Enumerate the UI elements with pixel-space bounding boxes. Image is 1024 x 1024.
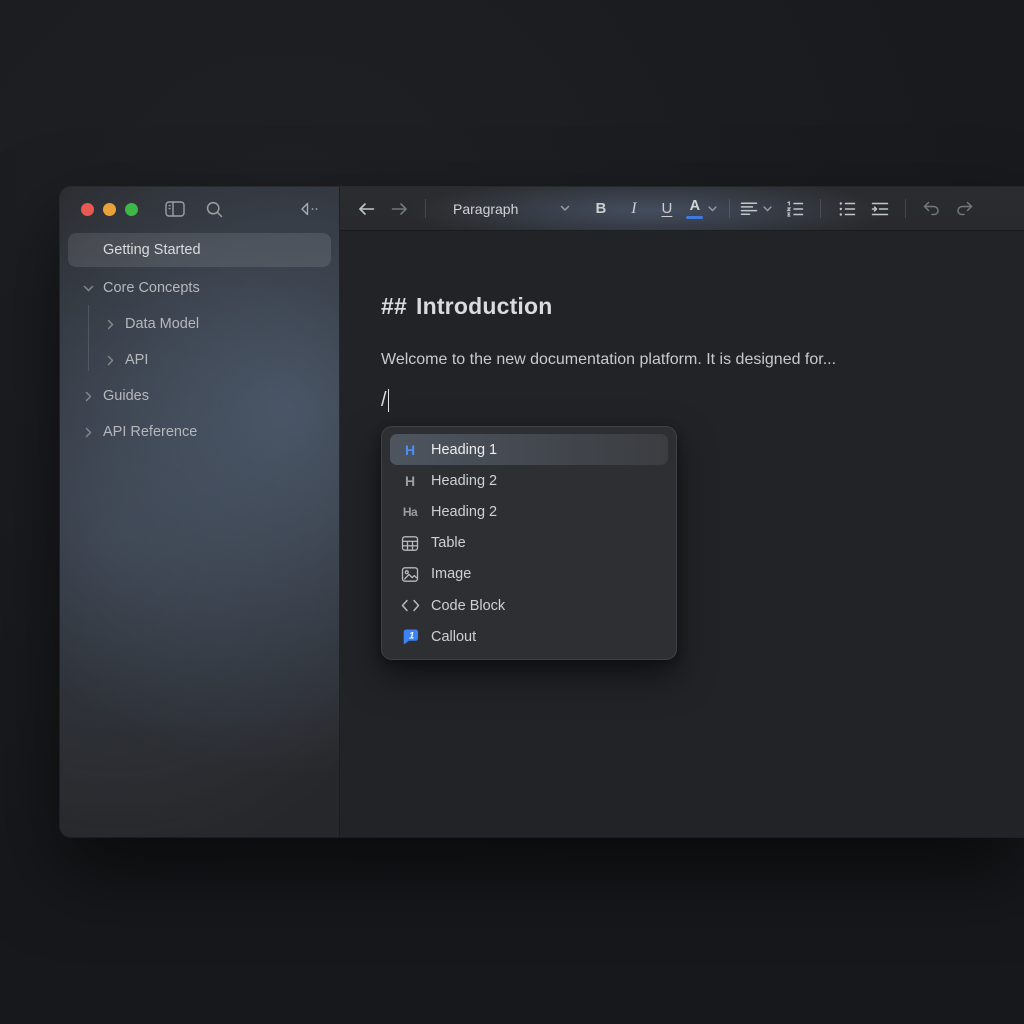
image-icon: [400, 564, 420, 584]
slash-menu-item[interactable]: Image: [390, 559, 668, 590]
underline-button[interactable]: U: [650, 194, 683, 224]
sidebar-item-label: Guides: [103, 388, 149, 404]
slash-character: /: [381, 389, 387, 412]
align-button[interactable]: [739, 194, 772, 224]
slash-menu-item-label: Code Block: [431, 598, 505, 614]
sidebar-item[interactable]: Guides: [68, 378, 331, 414]
chevron-down-icon: [82, 285, 94, 292]
close-button[interactable]: [81, 203, 94, 216]
chevron-down-icon: [763, 206, 772, 212]
editor-toolbar: Paragraph B I U A: [340, 187, 1024, 231]
redo-button[interactable]: [948, 194, 981, 224]
slash-menu-item-label: Image: [431, 566, 471, 582]
text-color-letter: A: [690, 199, 700, 214]
chevron-down-icon: [708, 206, 717, 212]
indent-button[interactable]: [863, 194, 896, 224]
bold-button[interactable]: B: [584, 194, 617, 224]
sidebar: Getting Started Core Concepts Data Model…: [60, 187, 340, 837]
chevron-right-icon: [82, 391, 94, 402]
paragraph-style-dropdown[interactable]: Paragraph: [443, 194, 580, 224]
slash-command-line: /: [381, 389, 389, 412]
indent-guide: [88, 305, 89, 371]
toolbar-divider: [729, 199, 730, 218]
sidebar-item-label: API Reference: [103, 424, 197, 440]
heading-text: Introduction: [416, 293, 553, 319]
table-icon: [400, 533, 420, 553]
minimize-button[interactable]: [103, 203, 116, 216]
bullet-list-button[interactable]: [830, 194, 863, 224]
back-button[interactable]: [350, 194, 383, 224]
slash-menu-item-label: Callout: [431, 629, 476, 645]
slash-command-menu: H Heading 1 H Heading 2 Ha Heading 2 Tab…: [381, 426, 677, 660]
toggle-sidebar-icon[interactable]: [165, 200, 185, 218]
heading3-icon: Ha: [400, 502, 420, 522]
traffic-lights: [81, 203, 138, 216]
undo-button[interactable]: [915, 194, 948, 224]
slash-menu-item-label: Heading 1: [431, 442, 497, 458]
text-color-swatch: [686, 216, 703, 219]
slash-menu-item[interactable]: Code Block: [390, 590, 668, 621]
sidebar-item-label: API: [125, 352, 148, 368]
ordered-list-button[interactable]: [778, 194, 811, 224]
slash-menu-item[interactable]: Table: [390, 528, 668, 559]
text-color-button[interactable]: A: [685, 194, 718, 224]
slash-menu-item[interactable]: H Heading 1: [390, 434, 668, 465]
slash-menu-item-label: Heading 2: [431, 473, 497, 489]
sidebar-header: [60, 187, 339, 231]
italic-button[interactable]: I: [617, 194, 650, 224]
toolbar-divider: [425, 199, 426, 218]
search-icon[interactable]: [205, 200, 224, 219]
zoom-button[interactable]: [125, 203, 138, 216]
chevron-right-icon: [104, 355, 116, 366]
chevron-right-icon: [82, 427, 94, 438]
chevron-right-icon: [104, 319, 116, 330]
sidebar-item[interactable]: Getting Started: [68, 233, 331, 267]
svg-text:1: 1: [408, 631, 413, 642]
sidebar-item[interactable]: Data Model: [68, 306, 331, 342]
paragraph-style-value: Paragraph: [453, 201, 518, 217]
forward-button[interactable]: [383, 194, 416, 224]
text-cursor: [388, 389, 390, 412]
sidebar-item[interactable]: API: [68, 342, 331, 378]
heading-markdown-marks: ##: [381, 293, 407, 319]
sidebar-item-label: Getting Started: [103, 242, 201, 258]
editor-content[interactable]: ## Introduction Welcome to the new docume…: [340, 231, 1024, 837]
slash-menu-item-label: Heading 2: [431, 504, 497, 520]
callout-icon: 1: [400, 627, 420, 647]
sidebar-item-label: Data Model: [125, 316, 199, 332]
slash-menu-item[interactable]: Ha Heading 2: [390, 496, 668, 527]
sidebar-item[interactable]: API Reference: [68, 414, 331, 450]
collapse-sidebar-icon[interactable]: [299, 201, 321, 217]
slash-menu-item-label: Table: [431, 535, 466, 551]
toolbar-divider: [820, 199, 821, 218]
toolbar-divider: [905, 199, 906, 218]
heading2-icon: H: [400, 471, 420, 491]
slash-menu-item[interactable]: H Heading 2: [390, 465, 668, 496]
sidebar-item-label: Core Concepts: [103, 280, 200, 296]
heading1-icon: H: [400, 440, 420, 460]
document-paragraph: Welcome to the new documentation platfor…: [381, 351, 836, 369]
slash-menu-item[interactable]: 1 Callout: [390, 621, 668, 652]
sidebar-nav: Getting Started Core Concepts Data Model…: [60, 231, 339, 452]
document-heading: ## Introduction: [381, 293, 553, 320]
code-block-icon: [400, 596, 420, 616]
sidebar-item[interactable]: Core Concepts: [68, 270, 331, 306]
app-window: Getting Started Core Concepts Data Model…: [60, 187, 1024, 837]
chevron-down-icon: [560, 205, 570, 212]
